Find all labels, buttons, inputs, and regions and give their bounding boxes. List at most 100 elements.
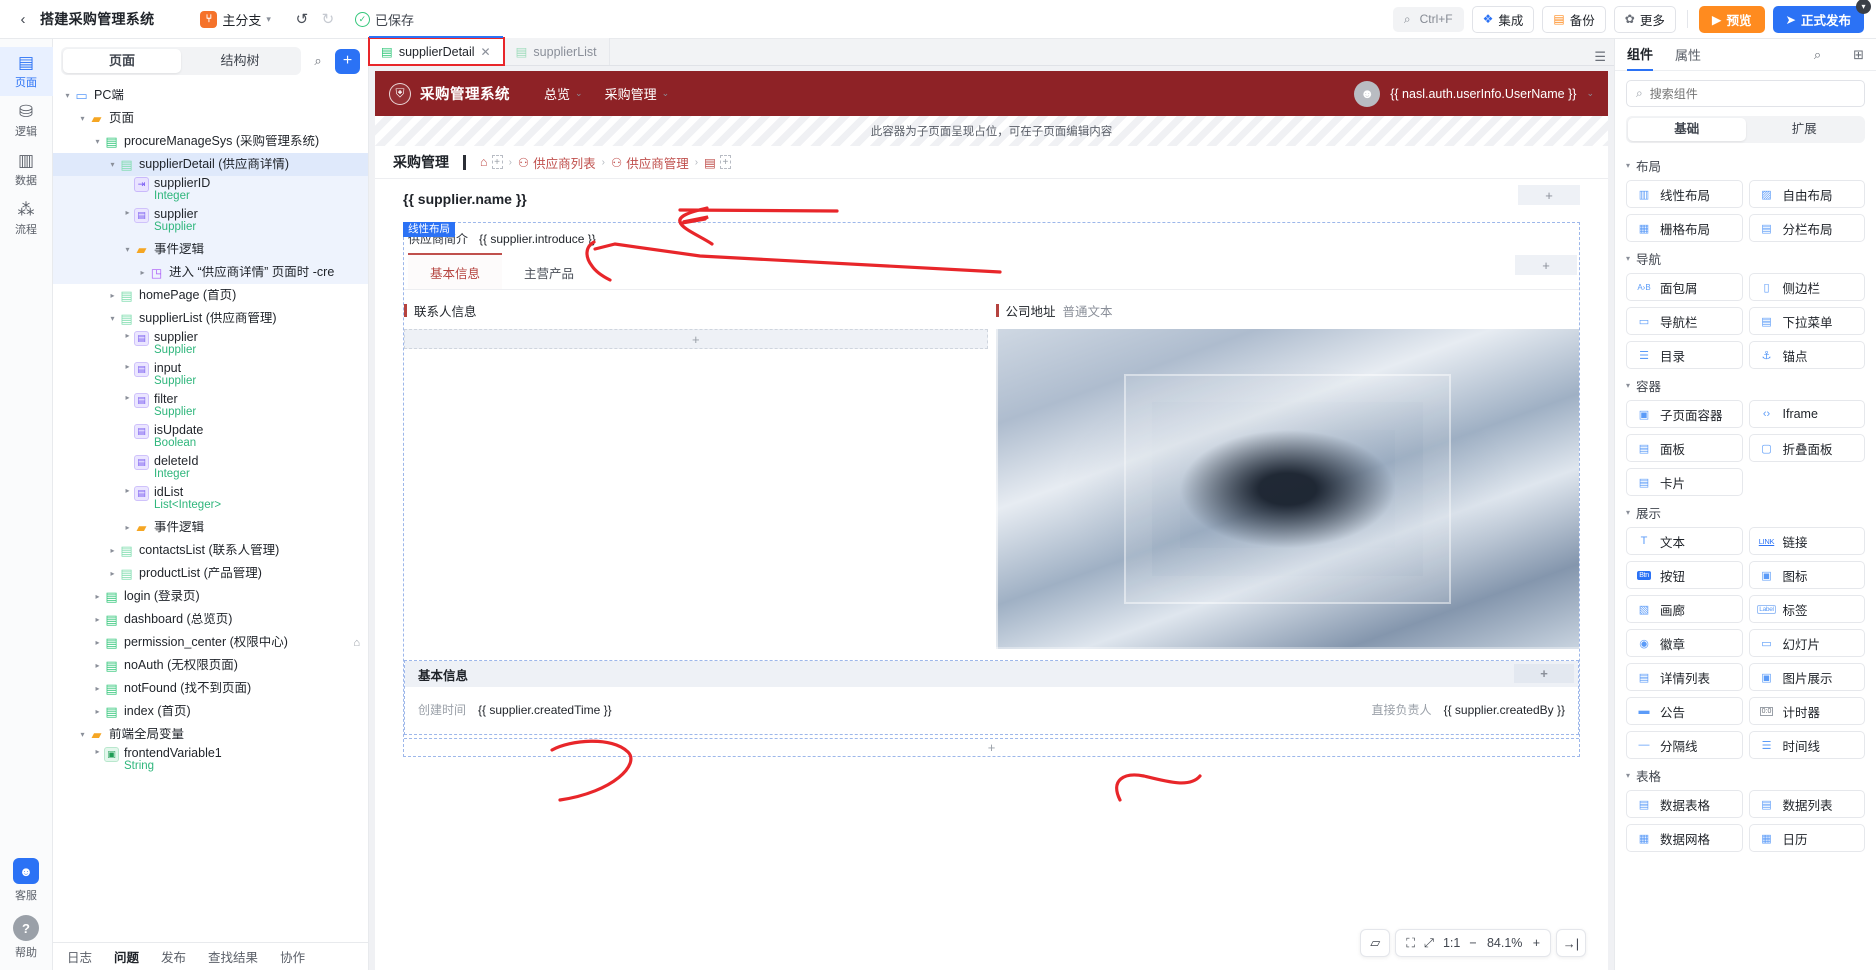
tree-node[interactable]: ▸ ▤ supplier Supplier (53, 330, 368, 361)
component-group-title[interactable]: ▾ 容器 (1626, 376, 1865, 395)
chevron-right-icon[interactable]: ▸ (91, 638, 104, 647)
zoom-out-button[interactable]: − (1469, 936, 1476, 950)
chevron-right-icon[interactable]: ▸ (121, 177, 134, 186)
page-tab-main-products[interactable]: 主营产品 (502, 255, 596, 289)
component-item-anchor[interactable]: ⚓ 锚点 (1748, 341, 1865, 369)
segment-extended[interactable]: 扩展 (1746, 118, 1864, 141)
tree-node[interactable]: ▾ ▭ PC端 (53, 84, 368, 107)
tree-node[interactable]: ▾ ▤ supplierList (供应商管理) (53, 307, 368, 330)
more-button[interactable]: ✿ 更多 (1613, 5, 1676, 33)
preview-button[interactable]: ▶ 预览 (1698, 5, 1765, 33)
component-item-collapse-panel[interactable]: ▢ 折叠面板 (1748, 434, 1865, 462)
tab-structure-tree[interactable]: 结构树 (181, 49, 299, 73)
component-item-code[interactable]: ‹› Iframe (1748, 400, 1865, 428)
chevron-right-icon[interactable]: ▸ (91, 615, 104, 624)
tree-node[interactable]: ▾ ▤ procureManageSys (采购管理系统) (53, 130, 368, 153)
chevron-down-icon[interactable]: ▾ (61, 91, 74, 100)
tab-components[interactable]: 组件 (1627, 39, 1654, 71)
component-search-input[interactable]: ⌕ (1626, 80, 1865, 107)
tree-node[interactable]: ▸ ▤ filter Supplier (53, 392, 368, 423)
chevron-down-icon[interactable]: ▾ (1626, 161, 1630, 170)
breadcrumb-add-icon[interactable]: + (491, 155, 503, 169)
tree-node[interactable]: ▸ ◳ 进入 “供应商详情” 页面时 -cre (53, 261, 368, 284)
tree-node[interactable]: ▸ ▤ notFound (找不到页面) (53, 677, 368, 700)
chevron-right-icon[interactable]: ▸ (121, 424, 134, 433)
chevron-right-icon[interactable]: ▸ (121, 208, 134, 217)
tree-node[interactable]: ▸ ▤ dashboard (总览页) (53, 608, 368, 631)
undo-icon[interactable]: ↺ (289, 6, 315, 32)
redo-icon[interactable]: ↻ (315, 6, 341, 32)
rail-item-logic[interactable]: ⛁ 逻辑 (0, 96, 53, 145)
component-group-title[interactable]: ▾ 导航 (1626, 249, 1865, 268)
canvas-tab-supplierdetail[interactable]: ▤ supplierDetail ✕ (368, 36, 505, 66)
tree-add-button[interactable]: + (335, 48, 360, 74)
panel-toggle-icon[interactable]: ⊞ (1853, 47, 1864, 63)
component-item-dropdown[interactable]: ▤ 下拉菜单 (1748, 307, 1865, 335)
bottom-tab-problems[interactable]: 问题 (114, 947, 139, 966)
preview-user-block[interactable]: ☻ {{ nasl.auth.userInfo.UserName }} ⌄ (1354, 80, 1594, 107)
component-item-panel[interactable]: ▤ 面板 (1626, 434, 1743, 462)
search-icon[interactable]: ⌕ (1814, 47, 1821, 63)
component-item-data-grid[interactable]: ▦ 数据网格 (1626, 824, 1743, 852)
ratio-label[interactable]: 1:1 (1443, 936, 1460, 950)
chevron-down-icon[interactable]: ▾ (1626, 381, 1630, 390)
integration-button[interactable]: ❖ 集成 (1471, 5, 1535, 33)
chevron-right-icon[interactable]: ▸ (121, 362, 134, 371)
component-item-card[interactable]: ▤ 卡片 (1626, 468, 1743, 496)
component-item-button[interactable]: Btn 按钮 (1626, 561, 1743, 589)
chevron-right-icon[interactable]: ▸ (91, 592, 104, 601)
tree-node[interactable]: ▸ ▤ contactsList (联系人管理) (53, 539, 368, 562)
menu-item-overview[interactable]: 总览 ⌄ (544, 84, 583, 103)
device-icon[interactable]: ▱ (1360, 929, 1391, 957)
component-item-data-table[interactable]: ▤ 数据表格 (1626, 790, 1743, 818)
tree-node[interactable]: ▸▤ deleteIdInteger (53, 454, 368, 485)
chevron-down-icon[interactable]: ▾ (121, 245, 134, 254)
rail-item-support[interactable]: ☻ 客服 (13, 858, 39, 903)
chevron-down-icon[interactable]: ▾ (1626, 771, 1630, 780)
component-item-gallery[interactable]: ▧ 画廊 (1626, 595, 1743, 623)
component-group-title[interactable]: ▾ 布局 (1626, 156, 1865, 175)
component-group-title[interactable]: ▾ 展示 (1626, 503, 1865, 522)
tree-node[interactable]: ▸ ▤ supplier Supplier (53, 207, 368, 238)
menu-item-procurement[interactable]: 采购管理 ⌄ (605, 84, 670, 103)
chevron-right-icon[interactable]: ▸ (106, 569, 119, 578)
append-component-zone[interactable]: + (404, 738, 1579, 756)
component-search-field[interactable] (1649, 86, 1855, 101)
selected-linear-layout[interactable]: 线性布局 供应商简介 {{ supplier.introduce }} 基本信息… (403, 222, 1580, 757)
tree-node[interactable]: ▸ ▤ idList List<Integer> (53, 485, 368, 516)
basic-info-section[interactable]: 基本信息 + 创建时间 {{ supplier.createdTime }} 直… (404, 660, 1579, 735)
zoom-in-button[interactable]: + (1533, 936, 1540, 950)
bottom-tab-log[interactable]: 日志 (67, 947, 92, 966)
chevron-right-icon[interactable]: ▸ (106, 291, 119, 300)
chevron-down-icon[interactable]: ▾ (106, 160, 119, 169)
component-item-divider[interactable]: — 分隔线 (1626, 731, 1743, 759)
global-search-button[interactable]: ⌕ Ctrl+F (1392, 6, 1464, 32)
component-item-navbar[interactable]: ▭ 导航栏 (1626, 307, 1743, 335)
back-icon[interactable]: ‹ (10, 6, 36, 32)
chevron-right-icon[interactable]: ▸ (121, 523, 134, 532)
chevron-down-icon[interactable]: ▾ (91, 137, 104, 146)
publish-button[interactable]: ➤ 正式发布 ▾ (1772, 0, 1871, 33)
chevron-right-icon[interactable]: ▸ (91, 747, 104, 756)
chevron-right-icon[interactable]: ▸ (106, 546, 119, 555)
bottom-tab-find-results[interactable]: 查找结果 (208, 947, 258, 966)
component-item-detail-list[interactable]: ▤ 详情列表 (1626, 663, 1743, 691)
component-item-sidebar[interactable]: ▯ 侧边栏 (1748, 273, 1865, 301)
add-tab-pill[interactable]: + (1515, 255, 1577, 275)
chevron-down-icon[interactable]: ▾ (76, 730, 89, 739)
component-item-subpage[interactable]: ▣ 子页面容器 (1626, 400, 1743, 428)
tree-node[interactable]: ▸ ▤ homePage (首页) (53, 284, 368, 307)
chevron-right-icon[interactable]: ▸ (91, 684, 104, 693)
component-item-label[interactable]: Label 标签 (1748, 595, 1865, 623)
component-item-image[interactable]: ▣ 图片展示 (1748, 663, 1865, 691)
segment-basic[interactable]: 基础 (1628, 118, 1746, 141)
component-item-timeline[interactable]: ☰ 时间线 (1748, 731, 1865, 759)
basic-info-add-pill[interactable]: + (1514, 664, 1574, 683)
component-item-announcement[interactable]: ▬ 公告 (1626, 697, 1743, 725)
component-item-grid-layout[interactable]: ▦ 栅格布局 (1626, 214, 1743, 242)
component-item-link[interactable]: LINK 链接 (1748, 527, 1865, 555)
chevron-right-icon[interactable]: ▸ (121, 455, 134, 464)
chevron-down-icon[interactable]: ▾ (106, 314, 119, 323)
component-item-split-layout[interactable]: ▤ 分栏布局 (1748, 214, 1865, 242)
chevron-down-icon[interactable]: ▾ (1626, 254, 1630, 263)
